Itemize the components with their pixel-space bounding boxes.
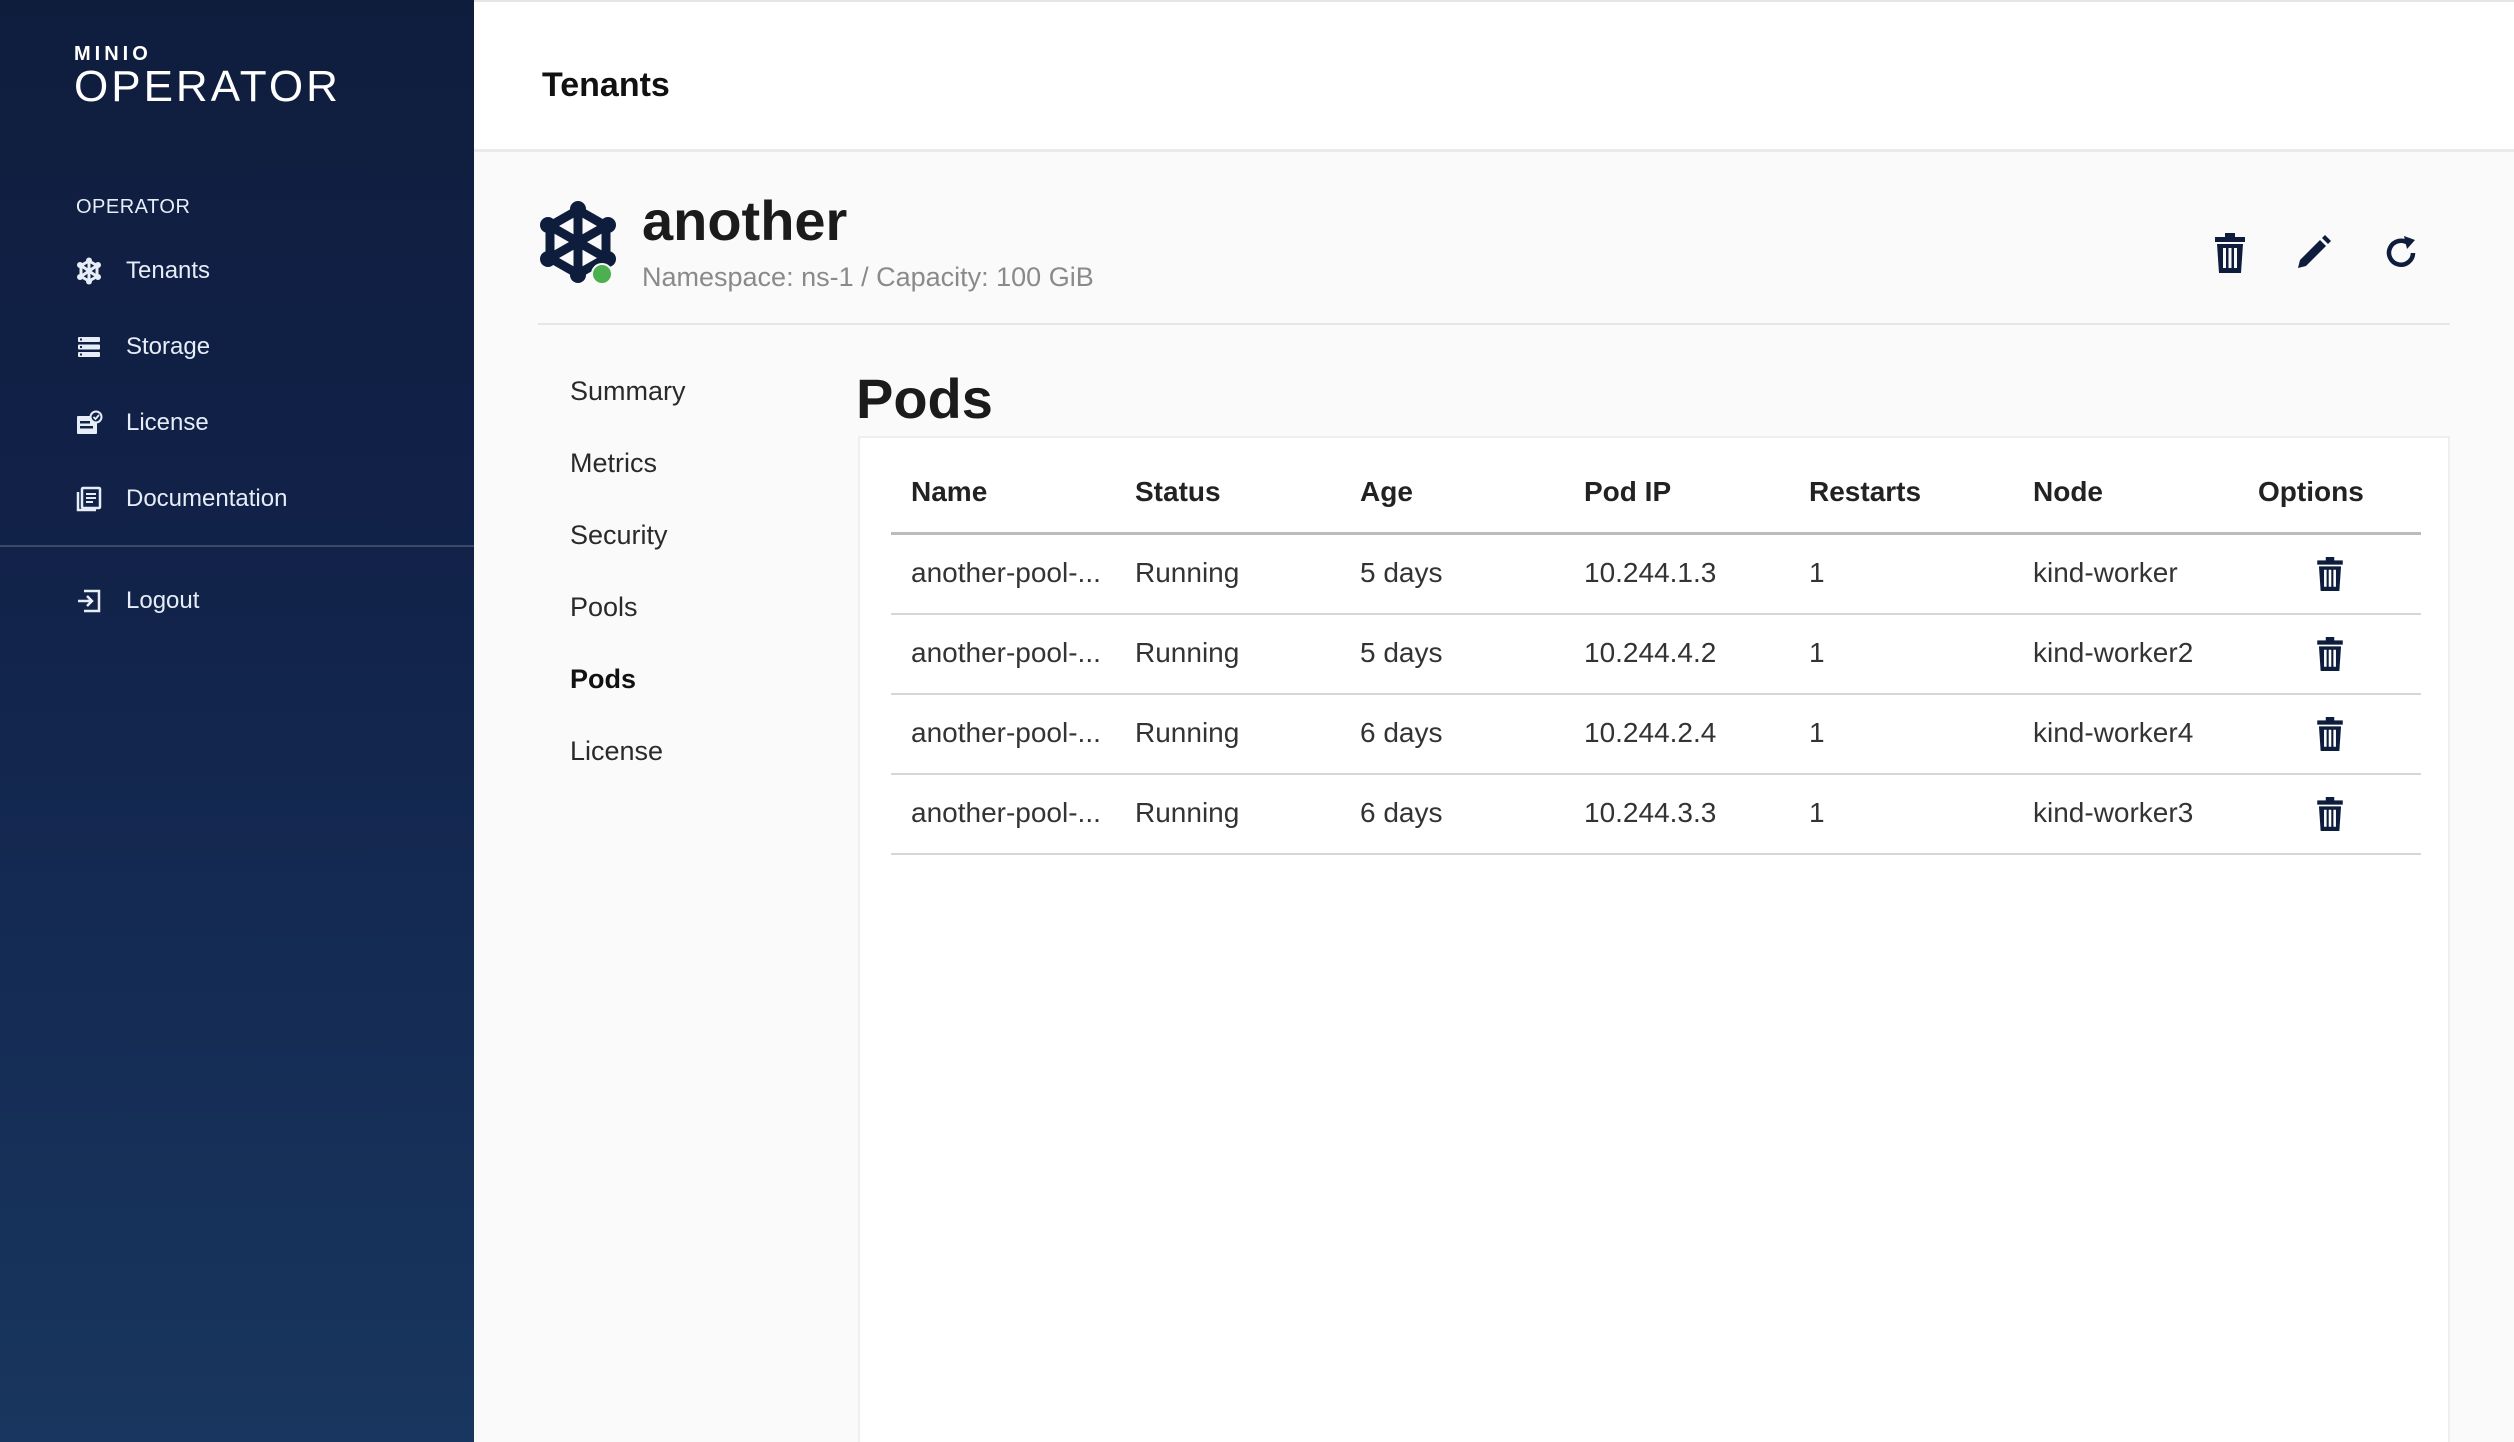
sidebar-item-label: Documentation [126, 485, 288, 512]
tab-license[interactable]: License [570, 736, 663, 767]
column-header-name[interactable]: Name [911, 476, 987, 508]
page-title: Tenants [542, 66, 670, 104]
logout-button[interactable]: Logout [74, 581, 199, 621]
trash-icon [2317, 717, 2343, 751]
trash-icon [2215, 233, 2245, 273]
pod-restarts: 1 [1809, 797, 1825, 828]
pod-restarts: 1 [1809, 717, 1825, 748]
sidebar: MINIO OPERATOR OPERATOR Tenants Storage … [0, 0, 474, 1442]
sidebar-divider [0, 545, 474, 547]
documentation-icon [74, 484, 104, 514]
pod-restarts: 1 [1809, 637, 1825, 668]
column-header-restarts[interactable]: Restarts [1809, 476, 1921, 508]
pod-node: kind-worker [2033, 557, 2178, 588]
pod-name: another-pool-... [911, 797, 1101, 828]
pod-age: 6 days [1360, 797, 1443, 828]
pod-ip: 10.244.1.3 [1584, 557, 1717, 588]
tenant-icon [536, 200, 620, 285]
column-header-options: Options [2258, 476, 2364, 507]
pod-name: another-pool-... [911, 637, 1101, 668]
table-row[interactable]: another-pool-... Running 5 days 10.244.4… [891, 615, 2421, 695]
tenant-status-indicator [591, 263, 613, 285]
logo-brand: MINIO [74, 43, 152, 65]
logout-icon [74, 586, 104, 616]
minio-operator-logo[interactable]: MINIO OPERATOR [74, 44, 341, 110]
sidebar-item-documentation[interactable]: Documentation [74, 479, 287, 519]
storage-icon [74, 332, 104, 362]
delete-tenant-button[interactable] [2205, 228, 2255, 278]
refresh-icon [2386, 236, 2416, 267]
section-title: Pods [856, 367, 993, 430]
logout-label: Logout [126, 587, 200, 614]
tenants-icon [74, 256, 104, 286]
pod-status: Running [1135, 637, 1240, 668]
tenant-namespace-capacity: Namespace: ns-1 / Capacity: 100 GiB [642, 262, 1094, 292]
pod-status: Running [1135, 797, 1240, 828]
pod-name: another-pool-... [911, 717, 1101, 748]
delete-pod-button[interactable] [2315, 717, 2349, 753]
pod-ip: 10.244.2.4 [1584, 717, 1717, 748]
header-divider [538, 323, 2450, 325]
delete-pod-button[interactable] [2315, 797, 2349, 833]
column-header-status[interactable]: Status [1135, 476, 1221, 508]
pod-name: another-pool-... [911, 557, 1101, 588]
sidebar-item-license[interactable]: License [74, 403, 209, 443]
pod-age: 5 days [1360, 557, 1443, 588]
sidebar-item-storage[interactable]: Storage [74, 327, 210, 367]
tenant-name: another [642, 189, 848, 252]
pod-status: Running [1135, 557, 1240, 588]
column-header-pod-ip[interactable]: Pod IP [1584, 476, 1671, 508]
delete-pod-button[interactable] [2315, 637, 2349, 673]
sidebar-item-label: License [126, 409, 209, 436]
pod-restarts: 1 [1809, 557, 1825, 588]
table-row[interactable]: another-pool-... Running 6 days 10.244.2… [891, 695, 2421, 775]
trash-icon [2317, 797, 2343, 831]
tab-pods[interactable]: Pods [570, 664, 636, 695]
pencil-icon [2298, 235, 2331, 268]
column-header-node[interactable]: Node [2033, 476, 2103, 508]
tab-metrics[interactable]: Metrics [570, 448, 657, 479]
edit-tenant-button[interactable] [2288, 228, 2338, 278]
sidebar-section-label: OPERATOR [76, 196, 191, 218]
pod-node: kind-worker2 [2033, 637, 2194, 668]
delete-pod-button[interactable] [2315, 557, 2349, 593]
pod-node: kind-worker3 [2033, 797, 2194, 828]
pod-node: kind-worker4 [2033, 717, 2194, 748]
trash-icon [2317, 637, 2343, 671]
sidebar-item-label: Tenants [126, 257, 211, 284]
pod-ip: 10.244.4.2 [1584, 637, 1717, 668]
license-icon [74, 408, 104, 438]
refresh-tenant-button[interactable] [2376, 228, 2426, 278]
logo-product: OPERATOR [74, 62, 341, 111]
trash-icon [2317, 557, 2343, 591]
tab-security[interactable]: Security [570, 520, 668, 551]
sidebar-item-label: Storage [126, 333, 211, 360]
pod-ip: 10.244.3.3 [1584, 797, 1717, 828]
pod-age: 5 days [1360, 637, 1443, 668]
tab-pools[interactable]: Pools [570, 592, 638, 623]
table-row[interactable]: another-pool-... Running 6 days 10.244.3… [891, 775, 2421, 855]
top-header: Tenants [474, 0, 2514, 152]
pod-age: 6 days [1360, 717, 1443, 748]
table-row[interactable]: another-pool-... Running 5 days 10.244.1… [891, 535, 2421, 615]
sidebar-item-tenants[interactable]: Tenants [74, 251, 210, 291]
tab-summary[interactable]: Summary [570, 376, 686, 407]
pod-status: Running [1135, 717, 1240, 748]
column-header-age[interactable]: Age [1360, 476, 1413, 508]
